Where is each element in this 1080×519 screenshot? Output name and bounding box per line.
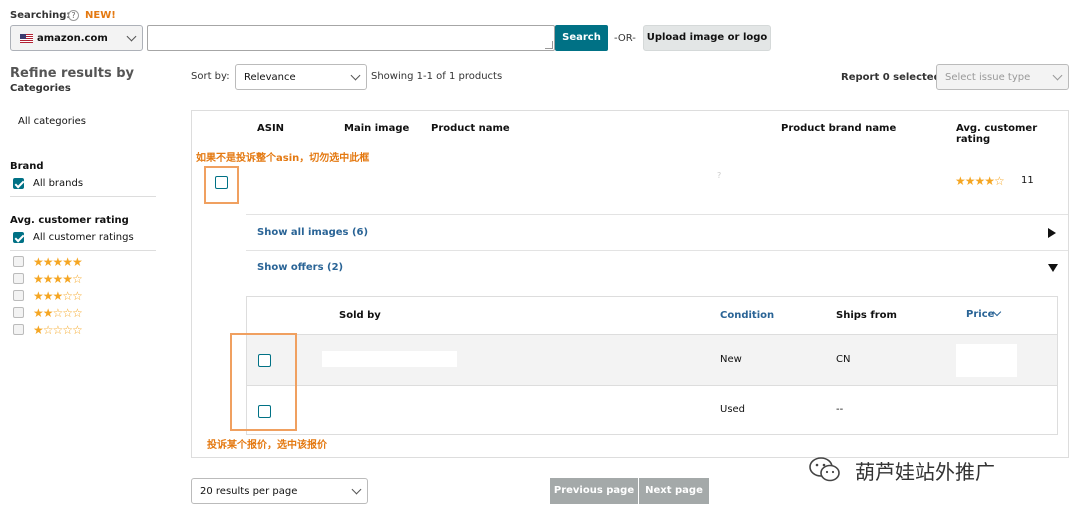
- issue-type-select[interactable]: Select issue type: [936, 64, 1069, 90]
- rating-4-checkbox[interactable]: [13, 273, 24, 284]
- marketplace-label: amazon.com: [37, 32, 108, 44]
- chevron-down-icon: [126, 31, 137, 42]
- marketplace-select[interactable]: amazon.com: [10, 25, 143, 51]
- per-page-value: 20 results per page: [200, 485, 298, 497]
- search-input[interactable]: [147, 25, 555, 51]
- rating-5-stars[interactable]: ★★★★★: [33, 256, 83, 268]
- sort-value: Relevance: [244, 71, 296, 83]
- help-icon[interactable]: ?: [68, 10, 79, 21]
- watermark-text: 葫芦娃站外推广: [855, 460, 995, 484]
- all-categories-link[interactable]: All categories: [18, 116, 86, 127]
- offer-condition: New: [720, 354, 742, 365]
- divider: [10, 196, 156, 197]
- offers-table: Sold by Condition Ships from Price New C…: [230, 296, 1058, 435]
- report-label: Report 0 selected:: [841, 72, 945, 83]
- product-checkbox[interactable]: [215, 176, 228, 189]
- rating-2-checkbox[interactable]: [13, 307, 24, 318]
- per-page-select[interactable]: 20 results per page: [191, 478, 368, 504]
- sort-select[interactable]: Relevance: [235, 64, 367, 90]
- refine-subtitle: Categories: [10, 83, 71, 94]
- results-count: Showing 1-1 of 1 products: [371, 71, 503, 82]
- all-ratings-checkbox[interactable]: [13, 232, 24, 243]
- show-all-images-link[interactable]: Show all images (6): [257, 227, 368, 238]
- offer-condition: Used: [720, 404, 746, 415]
- seller-name-redacted: [322, 351, 457, 367]
- chevron-down-icon: [351, 484, 362, 495]
- product-rating-stars: ★★★★☆: [955, 174, 1005, 188]
- rating-heading: Avg. customer rating: [10, 215, 129, 226]
- chevron-down-icon: [350, 70, 361, 81]
- chevron-down-icon: [1052, 70, 1063, 81]
- offer-ships-from: CN: [836, 354, 851, 365]
- expand-right-icon[interactable]: [1048, 228, 1056, 238]
- or-separator: -OR-: [614, 33, 636, 44]
- rating-3-stars[interactable]: ★★★☆☆: [33, 290, 83, 302]
- resize-grip-icon[interactable]: [545, 41, 553, 49]
- header-asin: ASIN: [257, 123, 285, 134]
- new-badge: NEW!: [85, 10, 116, 21]
- rating-3-checkbox[interactable]: [13, 290, 24, 301]
- header-rating: Avg. customer rating: [956, 123, 1038, 145]
- offers-header-price[interactable]: Price: [966, 309, 994, 320]
- upload-image-button[interactable]: Upload image or logo: [643, 25, 771, 51]
- header-brand: Product brand name: [781, 123, 897, 134]
- product-table: ASIN Main image Product name Product bra…: [191, 110, 1069, 458]
- collapse-down-icon[interactable]: [1048, 264, 1058, 272]
- annotation-offer: 投诉某个报价，选中该报价: [207, 440, 327, 451]
- annotation-asin: 如果不是投诉整个asin，切勿选中此框: [196, 153, 370, 164]
- all-brands-checkbox[interactable]: [13, 178, 24, 189]
- searching-label: Searching:: [10, 10, 71, 21]
- previous-page-button[interactable]: Previous page: [550, 478, 638, 504]
- offer-checkbox-used[interactable]: [258, 405, 271, 418]
- brand-value: ?: [717, 171, 722, 180]
- offer-row: Used --: [247, 385, 1057, 434]
- search-button[interactable]: Search: [555, 25, 608, 51]
- offer-ships-from: --: [836, 404, 844, 415]
- refine-title: Refine results by: [10, 66, 134, 81]
- rating-1-checkbox[interactable]: [13, 324, 24, 335]
- rating-5-checkbox[interactable]: [13, 256, 24, 267]
- all-brands-label: All brands: [33, 178, 84, 189]
- next-page-button[interactable]: Next page: [639, 478, 709, 504]
- sort-label: Sort by:: [191, 71, 230, 82]
- offer-row: New CN: [247, 334, 1057, 385]
- show-offers-link[interactable]: Show offers (2): [257, 262, 343, 273]
- offers-header-sold-by: Sold by: [339, 310, 381, 321]
- brand-heading: Brand: [10, 161, 44, 172]
- rating-1-stars[interactable]: ★☆☆☆☆: [33, 324, 83, 336]
- divider: [246, 214, 1068, 215]
- issue-type-placeholder: Select issue type: [945, 71, 1031, 83]
- header-main-image: Main image: [344, 123, 410, 134]
- divider: [10, 250, 156, 251]
- product-rating-count[interactable]: 11: [1021, 175, 1034, 186]
- rating-4-stars[interactable]: ★★★★☆: [33, 273, 83, 285]
- offers-header-condition[interactable]: Condition: [720, 310, 774, 321]
- offers-header-ships-from: Ships from: [836, 310, 897, 321]
- divider: [246, 250, 1068, 251]
- rating-2-stars[interactable]: ★★☆☆☆: [33, 307, 83, 319]
- offer-price-redacted: [956, 344, 1017, 377]
- us-flag-icon: [20, 33, 33, 43]
- all-ratings-label: All customer ratings: [33, 232, 134, 243]
- header-product-name: Product name: [431, 123, 510, 134]
- wechat-icon: [808, 455, 842, 485]
- offer-checkbox-new[interactable]: [258, 354, 271, 367]
